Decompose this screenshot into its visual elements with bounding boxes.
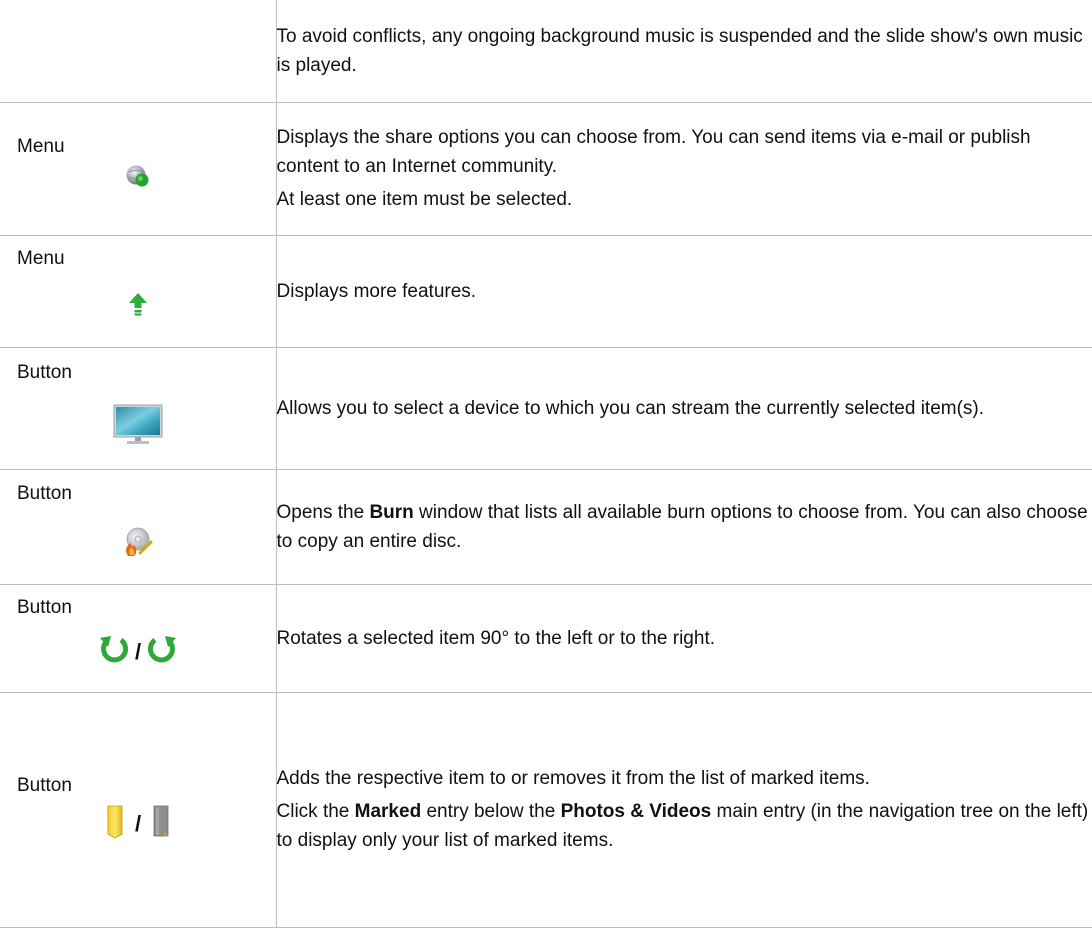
description-cell: Displays the share options you can choos… xyxy=(276,102,1092,235)
description-cell: Opens the Burn window that lists all ava… xyxy=(276,469,1092,584)
table-row: Button Opens the Bu xyxy=(0,469,1092,584)
type-label: Button xyxy=(17,597,72,619)
type-cell: Button / xyxy=(0,584,276,692)
description-text: At least one item must be selected. xyxy=(277,185,1092,214)
table-row: Button / Rotates a selected it xyxy=(0,584,1092,692)
type-cell: Menu xyxy=(0,235,276,347)
description-cell: To avoid conflicts, any ongoing backgrou… xyxy=(276,0,1092,102)
description-text: To avoid conflicts, any ongoing backgrou… xyxy=(277,22,1092,80)
description-cell: Displays more features. xyxy=(276,235,1092,347)
rotate-right-icon[interactable] xyxy=(145,633,179,672)
type-cell: Button xyxy=(0,469,276,584)
burn-bold: Burn xyxy=(369,502,413,523)
table-row: Button / xyxy=(0,692,1092,927)
description-cell: Adds the respective item to or removes i… xyxy=(276,692,1092,927)
description-cell: Allows you to select a device to which y… xyxy=(276,347,1092,469)
description-text: Opens the Burn window that lists all ava… xyxy=(277,498,1092,556)
description-cell: Rotates a selected item 90° to the left … xyxy=(276,584,1092,692)
description-text: Click the Marked entry below the Photos … xyxy=(277,797,1092,855)
type-label: Button xyxy=(17,362,72,384)
monitor-stream-icon[interactable] xyxy=(0,404,276,446)
type-cell xyxy=(0,0,276,102)
table-row: To avoid conflicts, any ongoing backgrou… xyxy=(0,0,1092,102)
description-text: Displays the share options you can choos… xyxy=(277,123,1092,181)
table-row: Menu Displays more features. xyxy=(0,235,1092,347)
type-label: Menu xyxy=(17,136,65,158)
description-text: Rotates a selected item 90° to the left … xyxy=(277,624,1092,653)
type-cell: Menu xyxy=(0,102,276,235)
description-text: Allows you to select a device to which y… xyxy=(277,394,1092,423)
photos-videos-bold: Photos & Videos xyxy=(561,801,712,822)
type-label: Menu xyxy=(17,248,65,270)
description-text: Adds the respective item to or removes i… xyxy=(277,764,1092,793)
table-row: Menu xyxy=(0,102,1092,235)
share-globe-icon[interactable] xyxy=(0,163,276,189)
rotate-buttons: / xyxy=(0,633,276,672)
type-cell: Button xyxy=(0,347,276,469)
mark-yellow-icon[interactable] xyxy=(105,805,125,844)
separator: / xyxy=(135,639,141,665)
burn-disc-icon[interactable] xyxy=(0,526,276,558)
marked-bold: Marked xyxy=(355,801,422,822)
feature-table: To avoid conflicts, any ongoing backgrou… xyxy=(0,0,1092,928)
separator: / xyxy=(135,811,141,837)
unmark-gray-icon[interactable] xyxy=(151,805,171,844)
type-label: Button xyxy=(17,775,72,797)
description-text: Displays more features. xyxy=(277,277,1092,306)
green-up-arrow-icon[interactable] xyxy=(0,292,276,316)
type-label: Button xyxy=(17,483,72,505)
rotate-left-icon[interactable] xyxy=(97,633,131,672)
mark-buttons: / xyxy=(0,805,276,844)
type-cell: Button / xyxy=(0,692,276,927)
table-row: Button xyxy=(0,347,1092,469)
